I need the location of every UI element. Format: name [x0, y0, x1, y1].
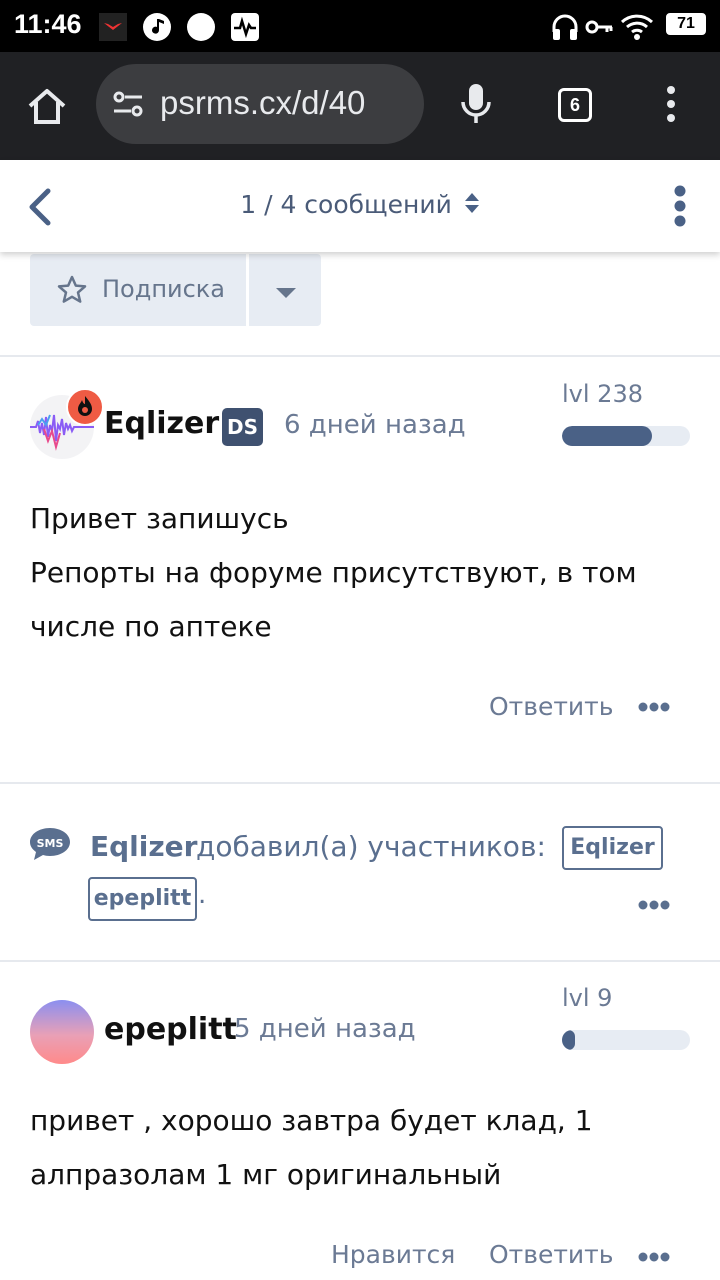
event-text: добавил(а) участников: [196, 830, 546, 863]
subscribe-label: Подписка [102, 275, 226, 303]
user-tag[interactable]: epeplitt [88, 877, 197, 921]
post-menu-icon[interactable] [638, 1248, 670, 1267]
address-bar[interactable]: psrms.cx/d/40 [96, 64, 424, 144]
post-text-line: Репорты на форуме присутствуют, в том [30, 556, 637, 589]
divider [0, 355, 720, 357]
mic-icon[interactable] [460, 82, 492, 130]
site-settings-icon[interactable] [112, 90, 144, 122]
level-progress-bar [562, 1030, 690, 1050]
level-progress-fill [562, 1030, 575, 1050]
post-time[interactable]: 5 дней назад [234, 1014, 416, 1044]
app-notification-icon [98, 12, 128, 46]
reply-button[interactable]: Ответить [489, 1240, 613, 1269]
event-period: . [198, 880, 207, 910]
url-text[interactable]: psrms.cx/d/40 [160, 84, 365, 122]
subscribe-dropdown-button[interactable] [249, 254, 321, 326]
post-text-line: алпразолам 1 мг оригинальный [30, 1158, 502, 1191]
divider [0, 960, 720, 962]
home-icon[interactable] [26, 86, 68, 130]
more-vert-icon[interactable] [672, 184, 688, 232]
battery-indicator: 71 [666, 13, 706, 35]
post-menu-icon[interactable] [638, 698, 670, 717]
post-position-label[interactable]: 1 / 4 сообщений [240, 190, 452, 219]
user-level: lvl 238 [562, 380, 643, 408]
group-badge: DS [222, 408, 263, 446]
like-button[interactable]: Нравится [331, 1240, 455, 1269]
event-menu-icon[interactable] [638, 896, 670, 915]
key-icon [584, 12, 614, 46]
svg-text:SMS: SMS [37, 837, 64, 850]
music-icon [142, 12, 172, 46]
user-level: lvl 9 [562, 984, 613, 1012]
post-author[interactable]: epeplitt [104, 1012, 237, 1047]
more-vert-icon[interactable] [664, 84, 678, 128]
avatar[interactable] [30, 1000, 94, 1064]
clock: 11:46 [14, 9, 82, 39]
wifi-icon [620, 12, 654, 46]
post-text-line: Привет запишусь [30, 502, 289, 535]
status-bar: 11:46 71 [0, 0, 720, 52]
browser-toolbar: psrms.cx/d/40 6 [0, 52, 720, 160]
sort-arrows-icon[interactable] [464, 191, 480, 221]
event-user[interactable]: Eqlizer [90, 830, 197, 863]
sms-icon: SMS [28, 826, 72, 866]
star-outline-icon [56, 274, 88, 310]
level-progress-fill [562, 426, 652, 446]
reply-button[interactable]: Ответить [489, 692, 613, 721]
caret-down-icon [275, 284, 297, 303]
user-tag[interactable]: Eqlizer [562, 826, 663, 870]
subscribe-button[interactable]: Подписка [30, 254, 246, 326]
discussion-header: 1 / 4 сообщений [0, 160, 720, 252]
flame-badge [66, 388, 104, 426]
headphones-icon [550, 12, 580, 46]
tabs-icon[interactable]: 6 [558, 88, 592, 122]
post-time[interactable]: 6 дней назад [284, 410, 466, 440]
post-text-line: привет , хорошо завтра будет клад, 1 [30, 1104, 593, 1137]
post-text-line: числе по аптеке [30, 610, 272, 643]
post-author[interactable]: Eqlizer [104, 406, 219, 441]
activity-icon [230, 12, 260, 46]
level-progress-bar [562, 426, 690, 446]
divider [0, 782, 720, 784]
avatar[interactable] [30, 388, 104, 459]
post-position-selector[interactable]: 1 / 4 сообщений [0, 190, 720, 221]
circle-icon [186, 12, 216, 46]
